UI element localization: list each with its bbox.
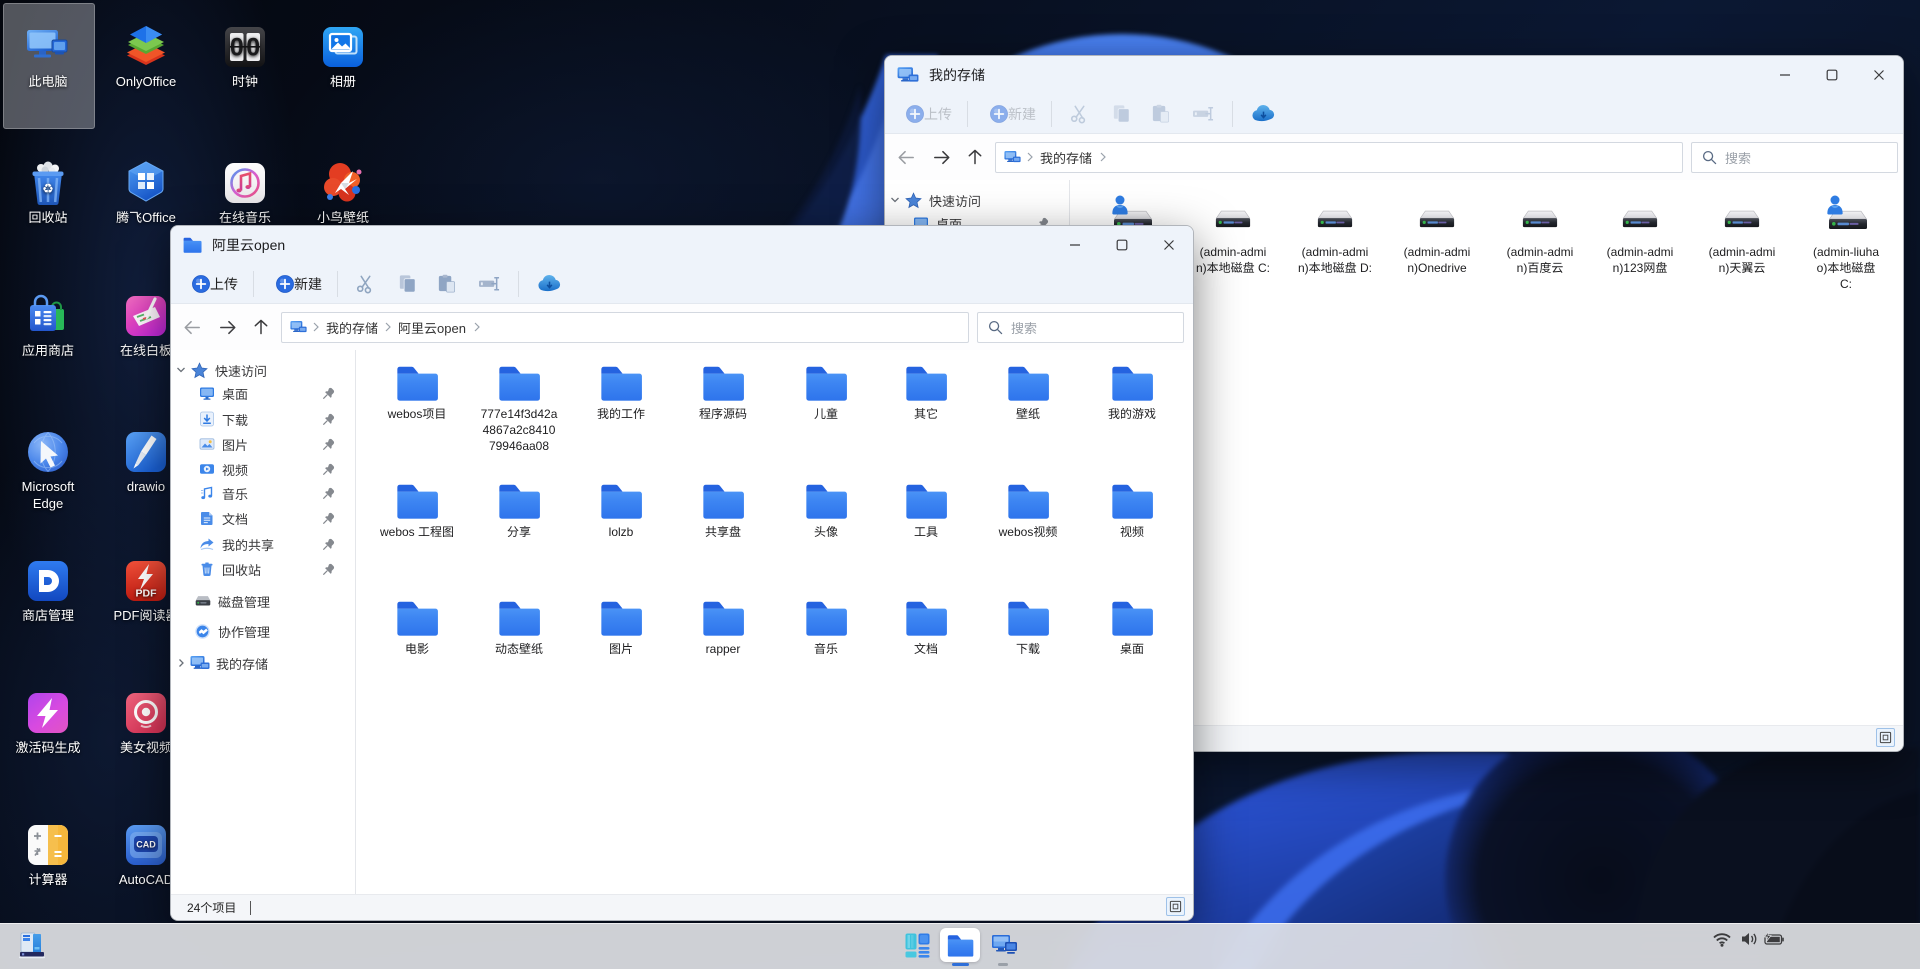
- svg-text:PDF: PDF: [136, 588, 158, 600]
- svg-text:CAD: CAD: [136, 840, 156, 850]
- svg-text:♻: ♻: [42, 181, 54, 196]
